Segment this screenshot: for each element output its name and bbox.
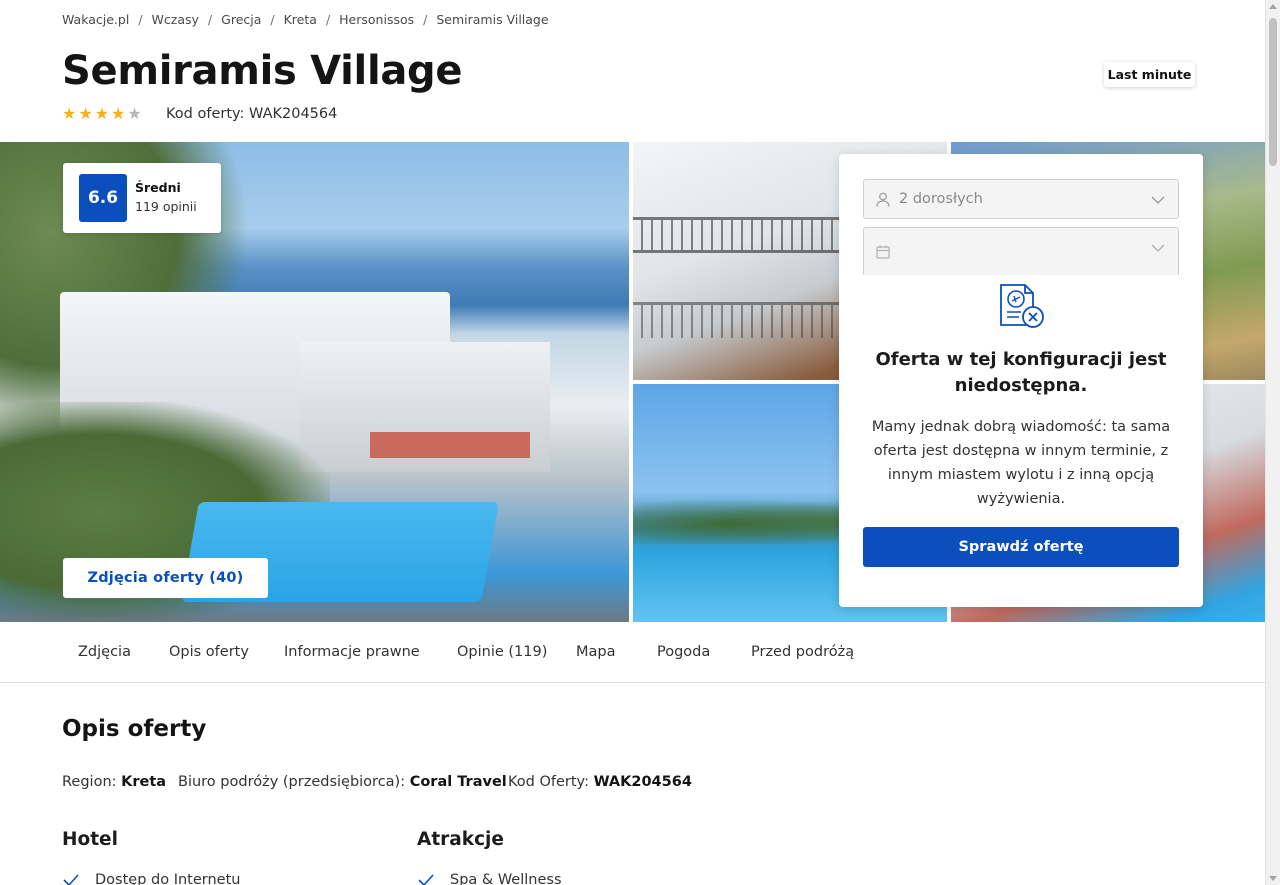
star-empty-icon: ★ — [127, 104, 142, 123]
scrollbar-thumb[interactable] — [1269, 18, 1277, 166]
section-tabs: Zdjęcia Opis oferty Informacje prawne Op… — [0, 622, 1265, 683]
unavailable-offer-icon — [995, 279, 1047, 335]
breadcrumb-separator: / — [207, 12, 213, 27]
checkmark-icon — [62, 871, 80, 885]
tab-before-travel[interactable]: Przed podróżą — [751, 622, 854, 682]
rating-label: Średni — [135, 180, 181, 195]
amenity-item: Dostęp do Internetu — [62, 871, 240, 885]
amenity-label: Dostęp do Internetu — [95, 872, 241, 885]
star-icon: ★ — [94, 104, 110, 123]
last-minute-badge: Last minute — [1104, 62, 1195, 87]
tab-legal-info[interactable]: Informacje prawne — [284, 622, 420, 682]
breadcrumb-country-link[interactable]: Grecja — [221, 12, 261, 27]
tab-photos[interactable]: Zdjęcia — [78, 622, 131, 682]
breadcrumb-separator: / — [138, 12, 143, 27]
region-info: Region: Kreta — [62, 774, 166, 790]
breadcrumb-home-link[interactable]: Wakacje.pl — [62, 12, 129, 27]
region-value: Kreta — [121, 774, 167, 790]
offer-code: Kod oferty: WAK204564 — [166, 106, 338, 122]
attraction-item: Spa & Wellness — [417, 871, 562, 885]
tab-map[interactable]: Mapa — [576, 622, 616, 682]
calendar-icon — [875, 244, 891, 260]
breadcrumb: Wakacje.pl / Wczasy / Grecja / Kreta / H… — [62, 12, 549, 27]
unavailable-message: Mamy jednak dobrą wiadomość: ta sama ofe… — [871, 419, 1171, 507]
rating-card[interactable]: 6.6 Średni 119 opinii — [63, 163, 221, 233]
checkmark-icon — [417, 871, 435, 885]
breadcrumb-wczasy-link[interactable]: Wczasy — [152, 12, 199, 27]
operator-label: Biuro podróży (przedsiębiorca): — [178, 774, 406, 790]
breadcrumb-separator: / — [325, 12, 331, 27]
travelers-select[interactable]: 2 dorosłych — [863, 179, 1179, 219]
hotel-star-rating: ★ ★ ★ ★ ★ — [62, 106, 142, 122]
star-icon: ★ — [111, 104, 126, 123]
scroll-down-icon[interactable] — [1269, 876, 1277, 881]
offer-code-info: Kod Oferty: WAK204564 — [508, 774, 692, 790]
attraction-label: Spa & Wellness — [450, 872, 562, 885]
description-title: Opis oferty — [62, 716, 207, 742]
person-icon — [875, 191, 891, 207]
operator-info: Biuro podróży (przedsiębiorca): Coral Tr… — [178, 774, 507, 790]
chevron-down-icon — [1150, 240, 1166, 260]
tab-reviews[interactable]: Opinie (119) — [457, 622, 547, 682]
page-scrollbar[interactable] — [1265, 0, 1280, 885]
chevron-down-icon — [1150, 192, 1166, 212]
photos-button[interactable]: Zdjęcia oferty (40) — [63, 558, 268, 598]
breadcrumb-separator: / — [423, 12, 428, 27]
offer-code-label: Kod Oferty: — [508, 774, 589, 790]
scroll-up-icon[interactable] — [1269, 4, 1277, 9]
check-offer-button[interactable]: Sprawdź ofertę — [863, 527, 1179, 567]
breadcrumb-current: Semiramis Village — [436, 12, 549, 27]
tab-description[interactable]: Opis oferty — [169, 622, 249, 682]
breadcrumb-city-link[interactable]: Hersonissos — [339, 12, 414, 27]
rating-score: 6.6 — [79, 174, 127, 222]
offer-code-value: WAK204564 — [593, 774, 692, 790]
breadcrumb-separator: / — [270, 12, 275, 27]
breadcrumb-region-link[interactable]: Kreta — [284, 12, 317, 27]
booking-panel: 2 dorosłych Oferta w tej konfiguracji je… — [839, 154, 1203, 607]
page-title: Semiramis Village — [62, 48, 463, 94]
hotel-heading: Hotel — [62, 829, 118, 850]
star-icon: ★ — [62, 104, 77, 123]
star-icon: ★ — [78, 104, 93, 123]
rating-review-count: 119 opinii — [135, 199, 197, 214]
attractions-heading: Atrakcje — [417, 829, 504, 850]
travelers-value: 2 dorosłych — [899, 191, 983, 207]
date-select[interactable] — [863, 227, 1179, 275]
unavailable-title: Oferta w tej konfiguracji jest niedostęp… — [875, 349, 1167, 396]
tab-weather[interactable]: Pogoda — [657, 622, 710, 682]
operator-value: Coral Travel — [409, 774, 507, 790]
region-label: Region: — [62, 774, 117, 790]
